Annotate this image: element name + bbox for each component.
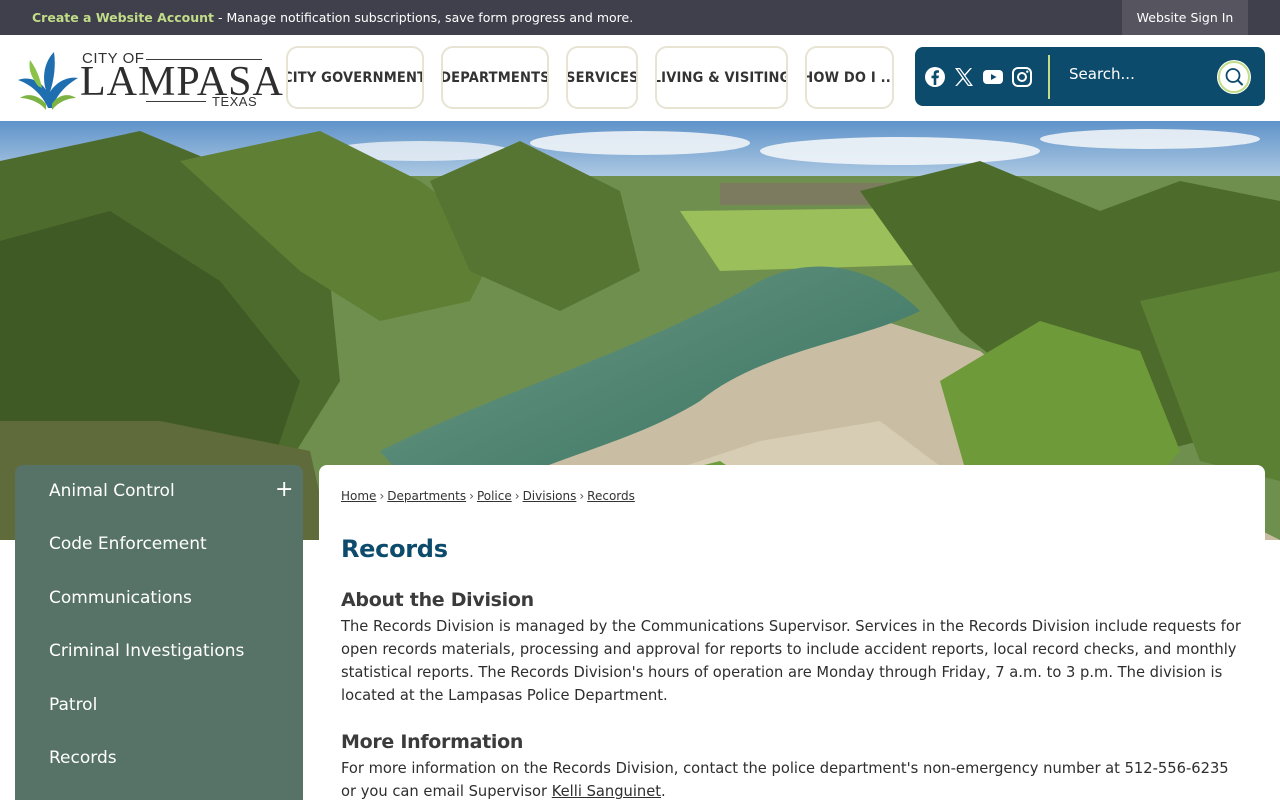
- site-header: CITY OF LAMPASAS TEXAS CITY GOVERNMENT D…: [0, 35, 1280, 121]
- nav-services[interactable]: SERVICES: [566, 46, 638, 109]
- sidebar-item-criminal-investigations[interactable]: Criminal Investigations: [49, 641, 244, 661]
- nav-city-government-label: CITY GOVERNMENT: [286, 69, 424, 86]
- logo-state: TEXAS: [212, 94, 258, 109]
- nav-living-visiting[interactable]: LIVING & VISITING: [655, 46, 788, 109]
- nav-services-label: SERVICES: [566, 69, 638, 86]
- division-sidebar: Animal Control + Code Enforcement Commun…: [15, 465, 303, 800]
- more-info-heading: More Information: [341, 731, 524, 753]
- sidebar-item-animal-control[interactable]: Animal Control: [49, 481, 175, 501]
- supervisor-email-link[interactable]: Kelli Sanguinet: [552, 783, 661, 800]
- search-social-panel: Search...: [915, 47, 1265, 106]
- search-button[interactable]: [1217, 60, 1251, 94]
- logo-city-name: LAMPASAS: [80, 59, 309, 105]
- top-utility-bar: Create a Website Account - Manage notifi…: [0, 0, 1280, 35]
- breadcrumb-separator: ›: [579, 489, 585, 503]
- instagram-icon[interactable]: [1010, 65, 1034, 89]
- nav-departments-label: DEPARTMENTS: [441, 69, 549, 86]
- nav-city-government[interactable]: CITY GOVERNMENT: [286, 46, 424, 109]
- create-account-link[interactable]: Create a Website Account: [32, 10, 214, 25]
- breadcrumb-divisions[interactable]: Divisions: [523, 489, 577, 503]
- sidebar-item-patrol[interactable]: Patrol: [49, 695, 97, 715]
- x-twitter-icon[interactable]: [952, 65, 976, 89]
- nav-how-do-i[interactable]: HOW DO I ...: [805, 46, 894, 109]
- account-notice-text: - Manage notification subscriptions, sav…: [214, 10, 634, 25]
- youtube-icon[interactable]: [981, 65, 1005, 89]
- breadcrumb-records[interactable]: Records: [587, 489, 635, 503]
- logo-rule-bottom: [146, 101, 206, 102]
- nav-how-do-i-label: HOW DO I ...: [805, 69, 894, 86]
- sidebar-item-records[interactable]: Records: [49, 748, 117, 768]
- main-content: Home › Departments › Police › Divisions › Record…: [319, 465, 1265, 800]
- search-input[interactable]: Search...: [1069, 65, 1135, 83]
- search-divider: [1048, 55, 1050, 99]
- breadcrumb-home[interactable]: Home: [341, 489, 376, 503]
- more-info-text-end: .: [661, 783, 666, 800]
- breadcrumb: Home › Departments › Police › Divisions › Record…: [341, 489, 635, 503]
- nav-living-visiting-label: LIVING & VISITING: [655, 69, 788, 86]
- more-info-paragraph: For more information on the Records Divi…: [341, 757, 1246, 800]
- city-logo[interactable]: CITY OF LAMPASAS TEXAS: [16, 44, 307, 114]
- facebook-icon[interactable]: [923, 65, 947, 89]
- breadcrumb-separator: ›: [514, 489, 520, 503]
- breadcrumb-departments[interactable]: Departments: [387, 489, 466, 503]
- more-info-text: For more information on the Records Divi…: [341, 760, 1229, 800]
- expand-plus-icon[interactable]: +: [275, 479, 293, 501]
- sidebar-item-code-enforcement[interactable]: Code Enforcement: [49, 534, 207, 554]
- page-title: Records: [341, 535, 448, 563]
- leaf-logo-icon: [18, 52, 78, 110]
- about-paragraph: The Records Division is managed by the C…: [341, 618, 1241, 704]
- breadcrumb-police[interactable]: Police: [477, 489, 512, 503]
- website-sign-in-button[interactable]: Website Sign In: [1122, 0, 1248, 35]
- account-notice: Create a Website Account - Manage notifi…: [32, 10, 633, 25]
- breadcrumb-separator: ›: [469, 489, 474, 503]
- breadcrumb-separator: ›: [379, 489, 385, 503]
- search-icon: [1218, 61, 1250, 93]
- nav-departments[interactable]: DEPARTMENTS: [441, 46, 549, 109]
- about-heading: About the Division: [341, 589, 534, 611]
- sidebar-item-communications[interactable]: Communications: [49, 588, 192, 608]
